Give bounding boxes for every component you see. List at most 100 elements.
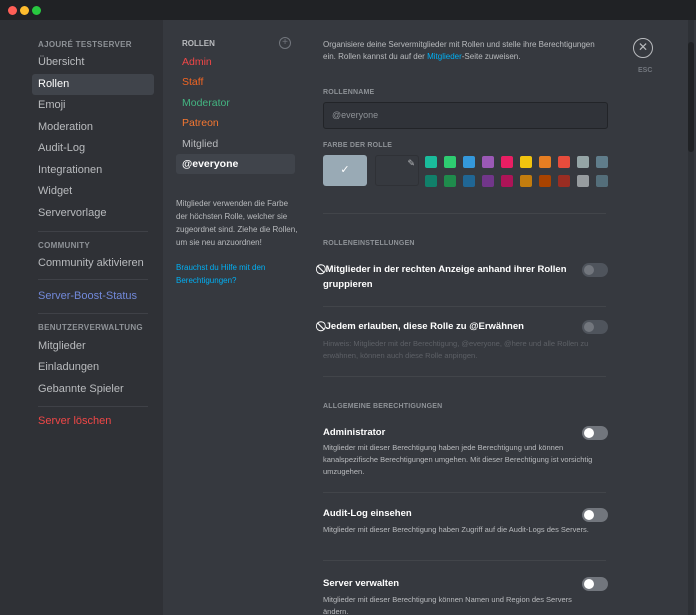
- perm-server-verwalten-toggle[interactable]: [582, 577, 608, 591]
- role-item-patreon[interactable]: Patreon: [176, 113, 295, 133]
- settings-window: AJOURÉ TESTSERVER Übersicht Rollen Emoji…: [0, 0, 696, 615]
- eyedropper-icon: ✎: [407, 158, 415, 168]
- divider: [323, 492, 606, 493]
- settings-sidebar: AJOURÉ TESTSERVER Übersicht Rollen Emoji…: [0, 20, 163, 615]
- sidebar-item-widget[interactable]: Widget: [32, 181, 154, 202]
- rolename-input[interactable]: @everyone: [323, 102, 608, 129]
- color-swatch[interactable]: [425, 175, 437, 187]
- perm-administrator-toggle[interactable]: [582, 426, 608, 440]
- color-swatch[interactable]: [501, 156, 513, 168]
- sidebar-divider: [38, 231, 148, 232]
- sidebar-section-server: AJOURÉ TESTSERVER: [38, 40, 132, 49]
- color-swatch[interactable]: [539, 175, 551, 187]
- minimize-window-button[interactable]: [20, 6, 29, 15]
- sidebar-item-servervorlage[interactable]: Servervorlage: [32, 203, 154, 224]
- sidebar-item-audit-log[interactable]: Audit-Log: [32, 138, 154, 159]
- role-item-admin[interactable]: Admin: [176, 52, 295, 72]
- sidebar-item-einladungen[interactable]: Einladungen: [32, 357, 154, 378]
- color-swatch[interactable]: [482, 175, 494, 187]
- title-bar: [0, 0, 696, 20]
- color-swatch[interactable]: [520, 175, 532, 187]
- setting-mentionable-title: ⃠ Jedem erlauben, diese Rolle zu @Erwähn…: [323, 319, 578, 334]
- scrollbar-thumb[interactable]: [688, 42, 694, 152]
- role-settings-label: ROLLENEINSTELLUNGEN: [323, 240, 415, 247]
- color-swatch[interactable]: [463, 156, 475, 168]
- perm-audit-log-title: Audit-Log einsehen: [323, 508, 412, 519]
- permissions-help-link[interactable]: Brauchst du Hilfe mit den Berechtigungen…: [176, 261, 298, 287]
- setting-group-members-toggle[interactable]: [582, 263, 608, 277]
- role-item-everyone[interactable]: @everyone: [176, 154, 295, 174]
- members-page-link[interactable]: Mitglieder: [427, 52, 462, 61]
- custom-color-picker[interactable]: ✎: [375, 155, 419, 186]
- role-item-mitglied[interactable]: Mitglied: [176, 134, 295, 154]
- sidebar-item-emoji[interactable]: Emoji: [32, 95, 154, 116]
- sidebar-item-rollen[interactable]: Rollen: [32, 74, 154, 95]
- perm-administrator-desc: Mitglieder mit dieser Berechtigung haben…: [323, 443, 593, 476]
- toggle-knob: [584, 428, 594, 438]
- color-swatch[interactable]: [596, 175, 608, 187]
- sidebar-item-mitglieder[interactable]: Mitglieder: [32, 336, 154, 357]
- esc-label: ESC: [638, 67, 653, 74]
- color-swatch[interactable]: [596, 156, 608, 168]
- color-swatch[interactable]: [482, 156, 494, 168]
- setting-group-members-label: Mitglieder in der rechten Anzeige anhand…: [323, 264, 567, 290]
- color-swatch[interactable]: [539, 156, 551, 168]
- color-swatch[interactable]: [558, 156, 570, 168]
- roles-header: ROLLEN: [182, 39, 215, 48]
- color-swatch[interactable]: [577, 175, 589, 187]
- divider: [323, 306, 606, 307]
- toggle-knob: [584, 265, 594, 275]
- sidebar-item-uebersicht[interactable]: Übersicht: [32, 52, 154, 73]
- role-item-staff[interactable]: Staff: [176, 72, 295, 92]
- setting-mentionable-label: Jedem erlauben, diese Rolle zu @Erwähnen: [325, 321, 524, 332]
- perm-audit-log-toggle[interactable]: [582, 508, 608, 522]
- sidebar-divider: [38, 313, 148, 314]
- plus-circle-icon[interactable]: +: [279, 37, 291, 49]
- color-swatch[interactable]: [425, 156, 437, 168]
- color-swatch[interactable]: [501, 175, 513, 187]
- sidebar-section-community: COMMUNITY: [38, 241, 91, 250]
- sidebar-item-server-boost[interactable]: Server-Boost-Status: [32, 286, 154, 307]
- toggle-knob: [584, 579, 594, 589]
- role-color-label: FARBE DER ROLLE: [323, 142, 393, 149]
- color-swatch[interactable]: [577, 156, 589, 168]
- sidebar-divider: [38, 406, 148, 407]
- color-swatch[interactable]: [520, 156, 532, 168]
- perm-server-verwalten-title: Server verwalten: [323, 578, 400, 589]
- sidebar-item-moderation[interactable]: Moderation: [32, 117, 154, 138]
- sidebar-item-server-loeschen[interactable]: Server löschen: [32, 411, 154, 432]
- setting-mentionable-toggle[interactable]: [582, 320, 608, 334]
- close-icon: ✕: [637, 40, 649, 54]
- general-permissions-label: ALLGEMEINE BERECHTIGUNGEN: [323, 403, 443, 410]
- rolename-label: ROLLENNAME: [323, 89, 375, 96]
- color-swatch[interactable]: [558, 175, 570, 187]
- intro-text-part: -Seite zuweisen.: [461, 52, 521, 61]
- divider: [323, 560, 606, 561]
- color-swatch[interactable]: [463, 175, 475, 187]
- role-editor: Organisiere deine Servermitglieder mit R…: [308, 20, 696, 615]
- setting-mentionable-desc: Hinweis: Mitglieder mit der Berechtigung…: [323, 339, 589, 360]
- sidebar-section-benutzerverwaltung: BENUTZERVERWALTUNG: [38, 323, 143, 332]
- sidebar-item-gebannte-spieler[interactable]: Gebannte Spieler: [32, 379, 154, 400]
- sidebar-divider: [38, 279, 148, 280]
- perm-server-verwalten-desc: Mitglieder mit dieser Berechtigung könne…: [323, 595, 572, 615]
- perm-administrator-title: Administrator: [323, 427, 386, 438]
- color-swatch[interactable]: [444, 175, 456, 187]
- toggle-knob: [584, 510, 594, 520]
- roles-hint-text: Mitglieder verwenden die Farbe der höchs…: [176, 199, 298, 247]
- roles-column: ROLLEN + Admin Staff Moderator Patreon M…: [163, 20, 308, 615]
- toggle-knob: [584, 322, 594, 332]
- role-item-moderator[interactable]: Moderator: [176, 93, 295, 113]
- sidebar-item-integrationen[interactable]: Integrationen: [32, 160, 154, 181]
- roles-intro-text: Organisiere deine Servermitglieder mit R…: [323, 39, 608, 63]
- zoom-window-button[interactable]: [32, 6, 41, 15]
- default-color-swatch[interactable]: ✓: [323, 155, 367, 186]
- close-settings-button[interactable]: ✕: [633, 38, 653, 58]
- close-window-button[interactable]: [8, 6, 17, 15]
- check-icon: ✓: [340, 164, 350, 176]
- perm-audit-log-desc: Mitglieder mit dieser Berechtigung haben…: [323, 525, 589, 534]
- sidebar-item-community-aktivieren[interactable]: Community aktivieren: [32, 253, 154, 274]
- divider: [323, 213, 606, 214]
- color-swatch[interactable]: [444, 156, 456, 168]
- setting-group-members-title: ⃠ Mitglieder in der rechten Anzeige anha…: [323, 262, 578, 292]
